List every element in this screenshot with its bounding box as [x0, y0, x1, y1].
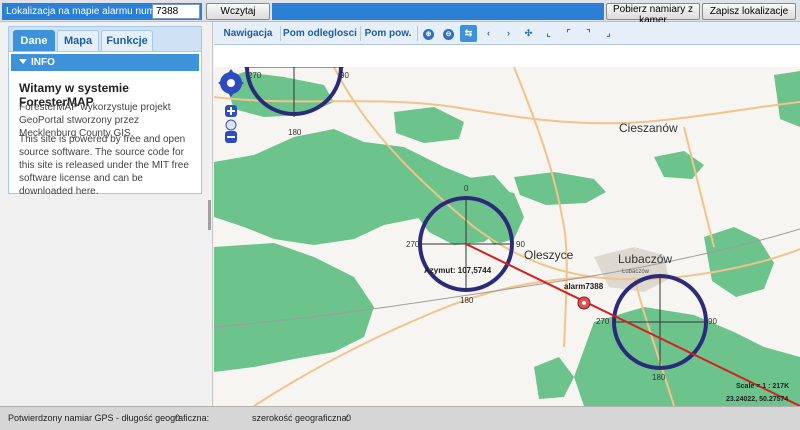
- toolbar-separator: [280, 26, 281, 41]
- compass-tick-label: 90: [340, 71, 349, 80]
- navigation-button[interactable]: Nawigacja: [218, 24, 278, 43]
- full-extent-icon[interactable]: ✣: [520, 25, 537, 42]
- toolbar-separator: [360, 26, 361, 41]
- next-extent-icon[interactable]: ⌜: [560, 25, 577, 42]
- map-svg[interactable]: Cieszanów Oleszyce Lubaczów Lubaczów ala…: [214, 67, 800, 406]
- pan-control-icon[interactable]: [218, 69, 244, 97]
- scale-label: Scale = 1 : 217K: [736, 383, 789, 390]
- compass-tick-label: 270: [248, 71, 262, 80]
- zoom-in-icon[interactable]: ⊕: [420, 25, 437, 42]
- compass-tick-label: 180: [460, 296, 474, 305]
- compass-tick-label: 270: [406, 240, 420, 249]
- place-label-lubaczow-small: Lubaczów: [622, 269, 650, 275]
- info-section-header[interactable]: INFO: [11, 54, 199, 71]
- alarm-marker-label: alarm7388: [564, 282, 604, 291]
- compass-tick-label: 0: [464, 184, 469, 193]
- info-paragraph-2: This site is powered by free and open so…: [19, 134, 189, 197]
- measure-area-button[interactable]: Pom pow.: [362, 24, 414, 43]
- save-location-button[interactable]: Zapisz lokalizacje: [702, 3, 796, 20]
- identify-icon[interactable]: ⌝: [580, 25, 597, 42]
- load-button[interactable]: Wczytaj: [206, 3, 270, 20]
- compass-tick-label: 90: [516, 240, 525, 249]
- panel-divider: [212, 22, 213, 406]
- tab-mapa[interactable]: Mapa: [57, 30, 99, 51]
- alarm-marker-icon[interactable]: [577, 296, 591, 310]
- status-bar: Potwierdzony namiar GPS - długość geogra…: [0, 406, 800, 430]
- zoom-out-icon[interactable]: ⊖: [440, 25, 457, 42]
- alarm-label: Lokalizacja na mapie alarmu numer:: [2, 3, 202, 20]
- top-bar-band: [272, 3, 604, 20]
- map-navigation-control[interactable]: [218, 67, 248, 145]
- left-panel: Dane Mapa Funkcje INFO Witamy w systemie…: [8, 26, 202, 197]
- gps-latitude-label: szerokość geograficzna:: [252, 413, 350, 423]
- map-toolbar: Nawigacja Pom odleglosci Pom pow. ⊕ ⊖ ⇆ …: [214, 22, 800, 45]
- globe-icon[interactable]: [225, 119, 237, 131]
- gps-latitude-value: 0: [346, 413, 352, 423]
- compass-tick-label: 180: [652, 373, 666, 382]
- previous-extent-icon[interactable]: ⌞: [540, 25, 557, 42]
- compass-tick-label: 180: [288, 128, 302, 137]
- pan-icon[interactable]: ⇆: [460, 25, 477, 42]
- measure-distance-button[interactable]: Pom odleglosci: [282, 24, 358, 43]
- alarm-number-input[interactable]: [152, 4, 200, 19]
- zoom-plus-icon[interactable]: [225, 105, 237, 117]
- forward-icon[interactable]: ›: [500, 25, 517, 42]
- tab-strip: Dane Mapa Funkcje: [9, 27, 201, 52]
- map-area: Nawigacja Pom odleglosci Pom pow. ⊕ ⊖ ⇆ …: [214, 22, 800, 406]
- get-camera-bearings-button[interactable]: Pobierz namiary z kamer: [606, 3, 700, 26]
- compass-tick-label: 90: [708, 317, 717, 326]
- top-bar: Lokalizacja na mapie alarmu numer: Wczyt…: [0, 0, 800, 26]
- select-icon[interactable]: ⌟: [600, 25, 617, 42]
- place-label-lubaczow: Lubaczów: [618, 252, 672, 266]
- tab-funkcje[interactable]: Funkcje: [101, 30, 153, 51]
- coordinates-readout: 23.24022, 50.27574: [726, 396, 788, 403]
- back-icon[interactable]: ‹: [480, 25, 497, 42]
- place-label-oleszyce: Oleszyce: [524, 248, 574, 262]
- zoom-minus-icon[interactable]: [225, 131, 237, 143]
- alarm-label-text: Lokalizacja na mapie alarmu numer:: [6, 6, 167, 17]
- azimuth-label: Azymut: 107,5744: [424, 266, 492, 275]
- gps-longitude-value: 0: [175, 413, 181, 423]
- map-canvas[interactable]: Cieszanów Oleszyce Lubaczów Lubaczów ala…: [214, 67, 800, 406]
- compass-tick-label: 270: [596, 317, 610, 326]
- splitter-handle[interactable]: [208, 200, 211, 230]
- toolbar-separator: [417, 26, 418, 41]
- info-header-text: INFO: [31, 57, 55, 68]
- caret-down-icon: [19, 59, 27, 64]
- tab-dane[interactable]: Dane: [13, 30, 55, 51]
- place-label-cieszanow: Cieszanów: [619, 121, 678, 135]
